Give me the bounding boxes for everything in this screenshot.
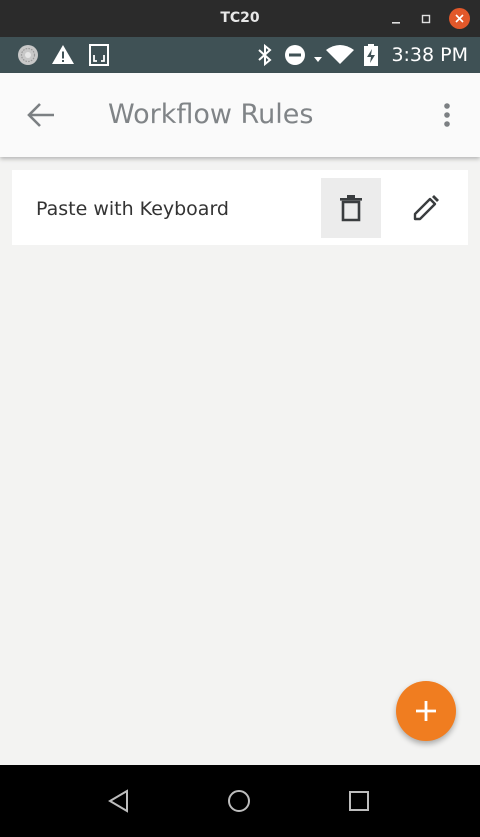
wifi-icon [326,45,354,64]
sim-card-icon [89,44,109,66]
warning-icon [52,45,74,64]
minimize-icon[interactable] [386,9,406,29]
status-bar: 3:38 PM [0,37,480,73]
close-icon[interactable] [449,8,470,29]
nav-back-icon[interactable] [105,787,133,815]
overflow-menu-icon[interactable] [436,101,458,129]
plus-icon [416,701,436,721]
battery-charging-icon [364,44,378,66]
bluetooth-icon [258,43,272,67]
pencil-icon [413,195,439,221]
rule-list-item[interactable]: Paste with Keyboard [12,170,468,245]
add-rule-button[interactable] [396,681,456,741]
page-title: Workflow Rules [108,99,314,130]
rule-label: Paste with Keyboard [36,198,229,220]
nav-home-icon[interactable] [225,787,253,815]
navigation-bar [0,765,480,837]
trash-icon [340,195,362,222]
edit-rule-button[interactable] [396,178,456,238]
rules-list-area: Paste with Keyboard [0,157,480,765]
zebra-logo-icon [18,45,38,65]
window-titlebar: TC20 [0,0,480,37]
delete-rule-button[interactable] [321,178,381,238]
nav-recents-icon[interactable] [345,787,373,815]
clock: 3:38 PM [391,44,468,66]
window-title: TC20 [220,10,260,26]
back-arrow-icon[interactable] [26,102,56,128]
app-bar: Workflow Rules [0,73,480,157]
do-not-disturb-icon [285,45,305,65]
data-arrow-icon [314,57,322,62]
maximize-icon[interactable] [416,9,436,29]
